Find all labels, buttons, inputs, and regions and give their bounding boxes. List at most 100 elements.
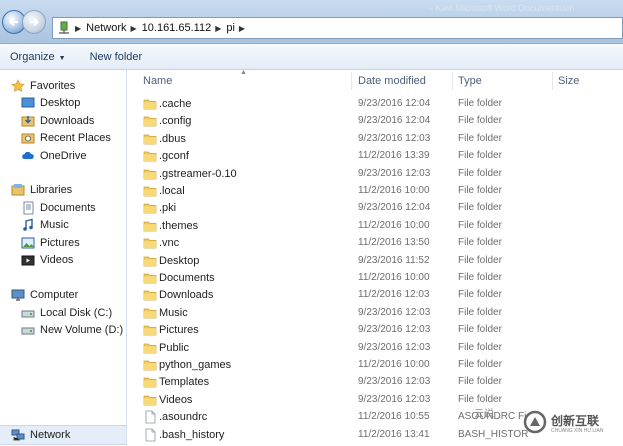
downloads-icon [21,116,35,127]
file-type: File folder [458,341,502,353]
network-location-icon [59,21,69,34]
new-folder-button[interactable]: New folder [76,51,153,63]
table-row[interactable]: Desktop 9/23/2016 11:52 File folder [127,253,623,270]
table-row[interactable]: .local 11/2/2016 10:00 File folder [127,183,623,200]
table-row[interactable]: .themes 11/2/2016 10:00 File folder [127,218,623,235]
file-type: File folder [458,393,502,405]
cloud-icon [22,151,34,159]
column-divider[interactable] [452,72,453,90]
folder-icon [143,169,157,179]
breadcrumb-separator-icon[interactable]: ▶ [131,24,137,33]
folder-icon [143,343,157,353]
file-date-modified: 9/23/2016 12:03 [358,341,431,353]
column-type-header[interactable]: Type [458,75,482,87]
chevron-down-icon: ▼ [58,54,66,62]
watermark-brand: 创新互联 [551,414,600,428]
breadcrumb-separator-icon[interactable]: ▶ [215,24,221,33]
table-row[interactable]: Downloads 11/2/2016 12:03 File folder [127,287,623,304]
table-row[interactable]: .gconf 11/2/2016 13:39 File folder [127,148,623,165]
brand-logo-icon [523,410,547,434]
table-row[interactable]: Pictures 9/23/2016 12:03 File folder [127,322,623,339]
file-date-modified: 9/23/2016 12:03 [358,393,431,405]
nav-local-disk-label: Local Disk (C:) [40,307,113,319]
nav-favorites[interactable]: Favorites [11,79,75,93]
file-name: .bash_history [159,428,225,441]
breadcrumb-network[interactable]: Network [86,22,126,34]
file-date-modified: 11/2/2016 13:50 [358,237,430,249]
file-name: Videos [159,393,193,406]
table-row[interactable]: .pki 9/23/2016 12:04 File folder [127,200,623,217]
nav-local-disk[interactable]: Local Disk (C:) [21,306,112,320]
nav-new-volume[interactable]: New Volume (D:) [21,323,123,337]
file-type: File folder [458,202,502,214]
nav-recent-places[interactable]: Recent Places [21,131,111,145]
table-row[interactable]: .config 9/23/2016 12:04 File folder [127,113,623,130]
organize-button[interactable]: Organize ▼ [0,51,76,63]
nav-network[interactable]: Network [0,425,126,445]
nav-network-label: Network [30,429,71,441]
music-icon [23,218,33,231]
column-size-header[interactable]: Size [558,75,579,87]
file-type: File folder [458,324,502,336]
breadcrumb-folder[interactable]: pi [226,22,235,34]
table-row[interactable]: .asoundrc 11/2/2016 10:55 ASOUNDRC Fi [127,409,623,426]
column-divider[interactable] [552,72,553,90]
table-row[interactable]: .bash_history 11/2/2016 13:41 BASH_HISTOR [127,427,623,444]
file-date-modified: 9/23/2016 12:03 [358,376,431,388]
nav-favorites-label: Favorites [30,80,76,92]
table-row[interactable]: Videos 9/23/2016 12:03 File folder [127,392,623,409]
file-date-modified: 11/2/2016 10:00 [358,272,430,283]
nav-pictures[interactable]: Pictures [21,236,80,250]
pictures-icon [21,237,35,249]
file-date-modified: 9/23/2016 12:03 [358,324,431,336]
table-row[interactable]: .dbus 9/23/2016 12:03 File folder [127,131,623,148]
nav-desktop[interactable]: Desktop [21,96,80,110]
folder-icon [143,291,157,301]
nav-music[interactable]: Music [21,218,69,232]
file-date-modified: 11/2/2016 12:03 [358,289,430,301]
hard-drive-icon [21,327,35,335]
file-date-modified: 11/2/2016 13:39 [358,150,430,162]
table-row[interactable]: Templates 9/23/2016 12:03 File folder [127,374,623,391]
folder-icon [143,273,157,284]
file-type: File folder [458,237,502,249]
table-row[interactable]: Music 9/23/2016 12:03 File folder [127,305,623,322]
address-bar[interactable]: ▶ Network ▶ 10.161.65.112 ▶ pi ▶ [52,17,623,39]
nav-onedrive[interactable]: OneDrive [21,149,86,163]
file-type: File folder [458,98,502,109]
file-type: File folder [458,150,502,162]
file-name: .asoundrc [159,411,208,424]
nav-videos[interactable]: Videos [21,253,73,267]
table-row[interactable]: python_games 11/2/2016 10:00 File folder [127,357,623,374]
file-name: .vnc [159,237,180,250]
file-icon [145,410,156,424]
nav-libraries[interactable]: Libraries [11,183,72,197]
folder-icon [143,378,157,388]
column-date-header[interactable]: Date modified [358,75,426,87]
nav-onedrive-label: OneDrive [40,150,87,162]
nav-downloads[interactable]: Downloads [21,114,94,128]
file-name: .config [159,115,192,128]
nav-computer[interactable]: Computer [11,288,78,302]
file-type: File folder [458,376,502,388]
column-name-header[interactable]: Name [143,75,172,87]
folder-icon [143,99,157,110]
table-row[interactable]: Public 9/23/2016 12:03 File folder [127,340,623,357]
table-row[interactable]: .gstreamer-0.10 9/23/2016 12:03 File folde… [127,166,623,183]
breadcrumb-separator-icon[interactable]: ▶ [239,24,245,33]
window-title-faded: - Kavi Microsoft Word Documentuen [430,3,575,13]
nav-documents[interactable]: Documents [21,201,96,215]
breadcrumb-host[interactable]: 10.161.65.112 [142,22,212,34]
folder-icon [143,325,157,336]
star-icon [11,79,25,92]
column-divider[interactable] [351,72,352,90]
computer-icon [11,289,25,301]
file-type: File folder [458,359,502,370]
nav-music-label: Music [40,219,69,231]
file-name: Downloads [159,289,214,302]
table-row[interactable]: .cache 9/23/2016 12:04 File folder [127,96,623,113]
file-name: .pki [159,202,177,215]
table-row[interactable]: .vnc 11/2/2016 13:50 File folder [127,235,623,252]
forward-button[interactable] [22,10,46,34]
table-row[interactable]: Documents 11/2/2016 10:00 File folder [127,270,623,287]
